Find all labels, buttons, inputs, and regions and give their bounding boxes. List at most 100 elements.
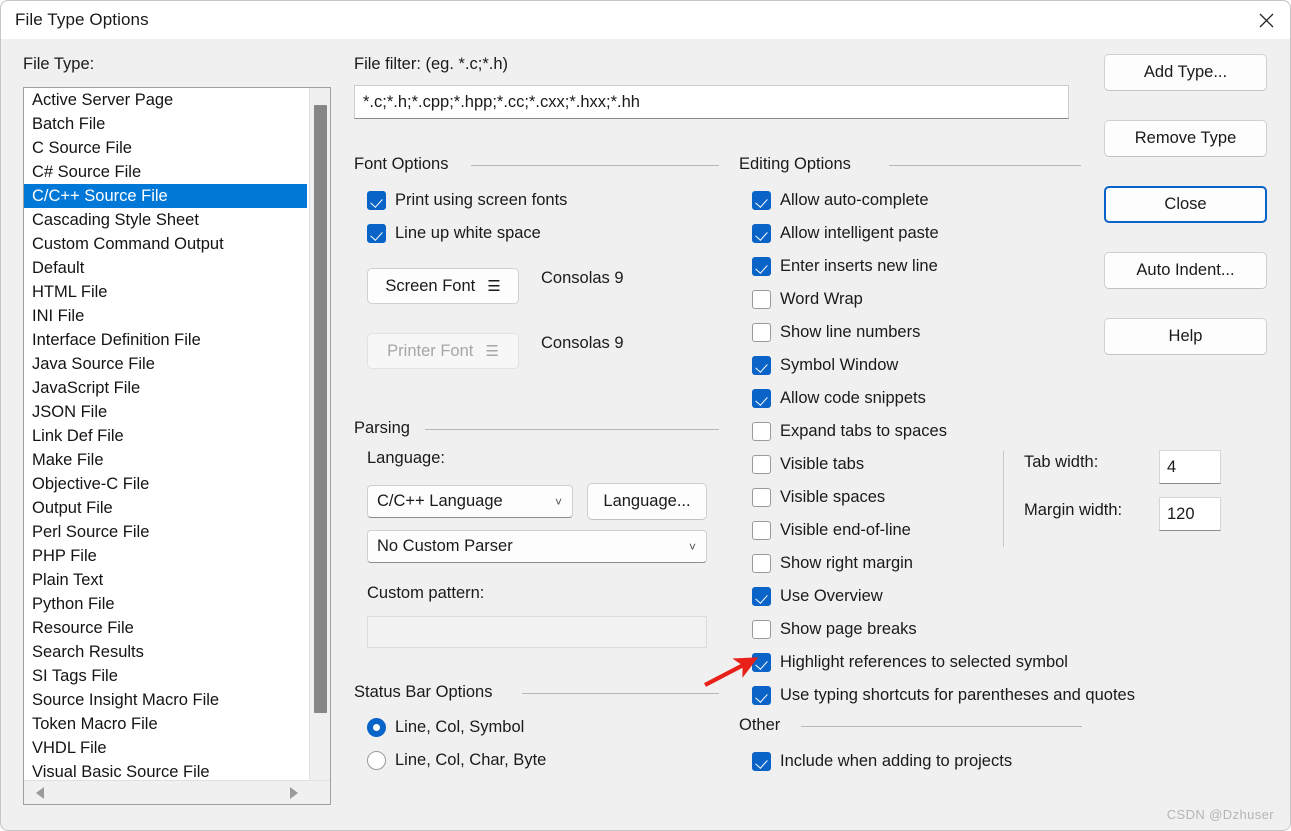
margin-width-label: Margin width:	[1024, 501, 1123, 519]
checkbox-use-overview[interactable]: Use Overview	[752, 587, 883, 606]
file-type-options-dialog: File Type Options File Type: Active Serv…	[0, 0, 1291, 831]
scrollbar-thumb[interactable]	[314, 105, 327, 713]
list-item[interactable]: Output File	[24, 496, 309, 520]
checkbox-icon[interactable]	[752, 224, 771, 243]
checkbox-include-when-adding-to-projects[interactable]: Include when adding to projects	[752, 752, 1012, 771]
list-item[interactable]: INI File	[24, 304, 309, 328]
custom-pattern-input[interactable]	[367, 616, 707, 648]
list-item[interactable]: Visual Basic Source File	[24, 760, 309, 780]
scroll-left-arrow-icon[interactable]	[36, 787, 44, 799]
help-button[interactable]: Help	[1104, 318, 1267, 355]
list-item[interactable]: JSON File	[24, 400, 309, 424]
close-button[interactable]: Close	[1104, 186, 1267, 223]
list-item[interactable]: Active Server Page	[24, 88, 309, 112]
checkbox-visible-tabs[interactable]: Visible tabs	[752, 455, 864, 474]
language-button[interactable]: Language...	[587, 483, 707, 520]
checkbox-visible-end-of-line[interactable]: Visible end-of-line	[752, 521, 911, 540]
checkbox-use-typing-shortcuts[interactable]: Use typing shortcuts for parentheses and…	[752, 686, 1135, 705]
file-type-listbox[interactable]: Active Server Page Batch File C Source F…	[23, 87, 331, 805]
checkbox-icon[interactable]	[367, 224, 386, 243]
screen-font-value: Consolas 9	[541, 269, 624, 287]
checkbox-icon[interactable]	[752, 686, 771, 705]
screen-font-button[interactable]: Screen Font ☰	[367, 268, 519, 304]
checkbox-icon[interactable]	[752, 554, 771, 573]
list-item[interactable]: SI Tags File	[24, 664, 309, 688]
list-item[interactable]: Java Source File	[24, 352, 309, 376]
title-bar: File Type Options	[1, 1, 1290, 39]
list-item[interactable]: Plain Text	[24, 568, 309, 592]
list-item[interactable]: Perl Source File	[24, 520, 309, 544]
chevron-down-icon: ˅	[554, 494, 562, 509]
checkbox-icon[interactable]	[752, 455, 771, 474]
checkbox-icon[interactable]	[752, 752, 771, 771]
checkbox-icon[interactable]	[752, 653, 771, 672]
radio-line-col-char-byte[interactable]: Line, Col, Char, Byte	[367, 751, 546, 770]
checkbox-highlight-references-to-selected-symbol[interactable]: Highlight references to selected symbol	[752, 653, 1068, 672]
list-item[interactable]: Resource File	[24, 616, 309, 640]
list-item[interactable]: Cascading Style Sheet	[24, 208, 309, 232]
checkbox-line-up-white-space[interactable]: Line up white space	[367, 224, 541, 243]
watermark: CSDN @Dzhuser	[1166, 807, 1274, 822]
checkbox-allow-auto-complete[interactable]: Allow auto-complete	[752, 191, 929, 210]
list-item[interactable]: PHP File	[24, 544, 309, 568]
list-item[interactable]: Interface Definition File	[24, 328, 309, 352]
checkbox-icon[interactable]	[752, 257, 771, 276]
language-select[interactable]: C/C++ Language ˅	[367, 485, 573, 518]
file-type-list[interactable]: Active Server Page Batch File C Source F…	[24, 88, 309, 780]
file-filter-input[interactable]	[354, 85, 1069, 119]
list-item[interactable]: Batch File	[24, 112, 309, 136]
tab-width-input[interactable]	[1159, 450, 1221, 484]
list-item[interactable]: JavaScript File	[24, 376, 309, 400]
margin-width-input[interactable]	[1159, 497, 1221, 531]
checkbox-enter-inserts-new-line[interactable]: Enter inserts new line	[752, 257, 938, 276]
list-item[interactable]: Link Def File	[24, 424, 309, 448]
checkbox-icon[interactable]	[752, 323, 771, 342]
checkbox-label: Print using screen fonts	[395, 191, 568, 209]
list-item[interactable]: Token Macro File	[24, 712, 309, 736]
checkbox-label: Allow code snippets	[780, 389, 926, 407]
checkbox-icon[interactable]	[752, 620, 771, 639]
radio-line-col-symbol[interactable]: Line, Col, Symbol	[367, 718, 524, 737]
list-item[interactable]: C Source File	[24, 136, 309, 160]
list-item[interactable]: Source Insight Macro File	[24, 688, 309, 712]
list-item[interactable]: Make File	[24, 448, 309, 472]
radio-icon[interactable]	[367, 718, 386, 737]
checkbox-print-using-screen-fonts[interactable]: Print using screen fonts	[367, 191, 567, 210]
checkbox-icon[interactable]	[752, 587, 771, 606]
list-item[interactable]: HTML File	[24, 280, 309, 304]
checkbox-icon[interactable]	[752, 422, 771, 441]
checkbox-allow-intelligent-paste[interactable]: Allow intelligent paste	[752, 224, 939, 243]
checkbox-symbol-window[interactable]: Symbol Window	[752, 356, 898, 375]
list-vertical-scrollbar[interactable]	[309, 88, 330, 780]
list-item[interactable]: VHDL File	[24, 736, 309, 760]
list-item[interactable]: Custom Command Output	[24, 232, 309, 256]
auto-indent-button[interactable]: Auto Indent...	[1104, 252, 1267, 289]
list-item[interactable]: Default	[24, 256, 309, 280]
checkbox-show-line-numbers[interactable]: Show line numbers	[752, 323, 920, 342]
checkbox-icon[interactable]	[752, 191, 771, 210]
checkbox-visible-spaces[interactable]: Visible spaces	[752, 488, 885, 507]
checkbox-show-page-breaks[interactable]: Show page breaks	[752, 620, 917, 639]
checkbox-icon[interactable]	[752, 290, 771, 309]
close-icon[interactable]	[1243, 1, 1290, 39]
add-type-button[interactable]: Add Type...	[1104, 54, 1267, 91]
checkbox-show-right-margin[interactable]: Show right margin	[752, 554, 913, 573]
checkbox-icon[interactable]	[752, 389, 771, 408]
checkbox-expand-tabs-to-spaces[interactable]: Expand tabs to spaces	[752, 422, 947, 441]
checkbox-icon[interactable]	[752, 521, 771, 540]
checkbox-word-wrap[interactable]: Word Wrap	[752, 290, 863, 309]
checkbox-icon[interactable]	[367, 191, 386, 210]
list-item[interactable]: Objective-C File	[24, 472, 309, 496]
list-item[interactable]: Search Results	[24, 640, 309, 664]
checkbox-icon[interactable]	[752, 488, 771, 507]
list-item-selected[interactable]: C/C++ Source File	[24, 184, 307, 208]
checkbox-allow-code-snippets[interactable]: Allow code snippets	[752, 389, 926, 408]
checkbox-icon[interactable]	[752, 356, 771, 375]
radio-icon[interactable]	[367, 751, 386, 770]
scroll-right-arrow-icon[interactable]	[290, 787, 298, 799]
list-item[interactable]: C# Source File	[24, 160, 309, 184]
list-horizontal-scrollbar[interactable]	[24, 780, 330, 804]
list-item[interactable]: Python File	[24, 592, 309, 616]
remove-type-button[interactable]: Remove Type	[1104, 120, 1267, 157]
custom-parser-select[interactable]: No Custom Parser ˅	[367, 530, 707, 563]
